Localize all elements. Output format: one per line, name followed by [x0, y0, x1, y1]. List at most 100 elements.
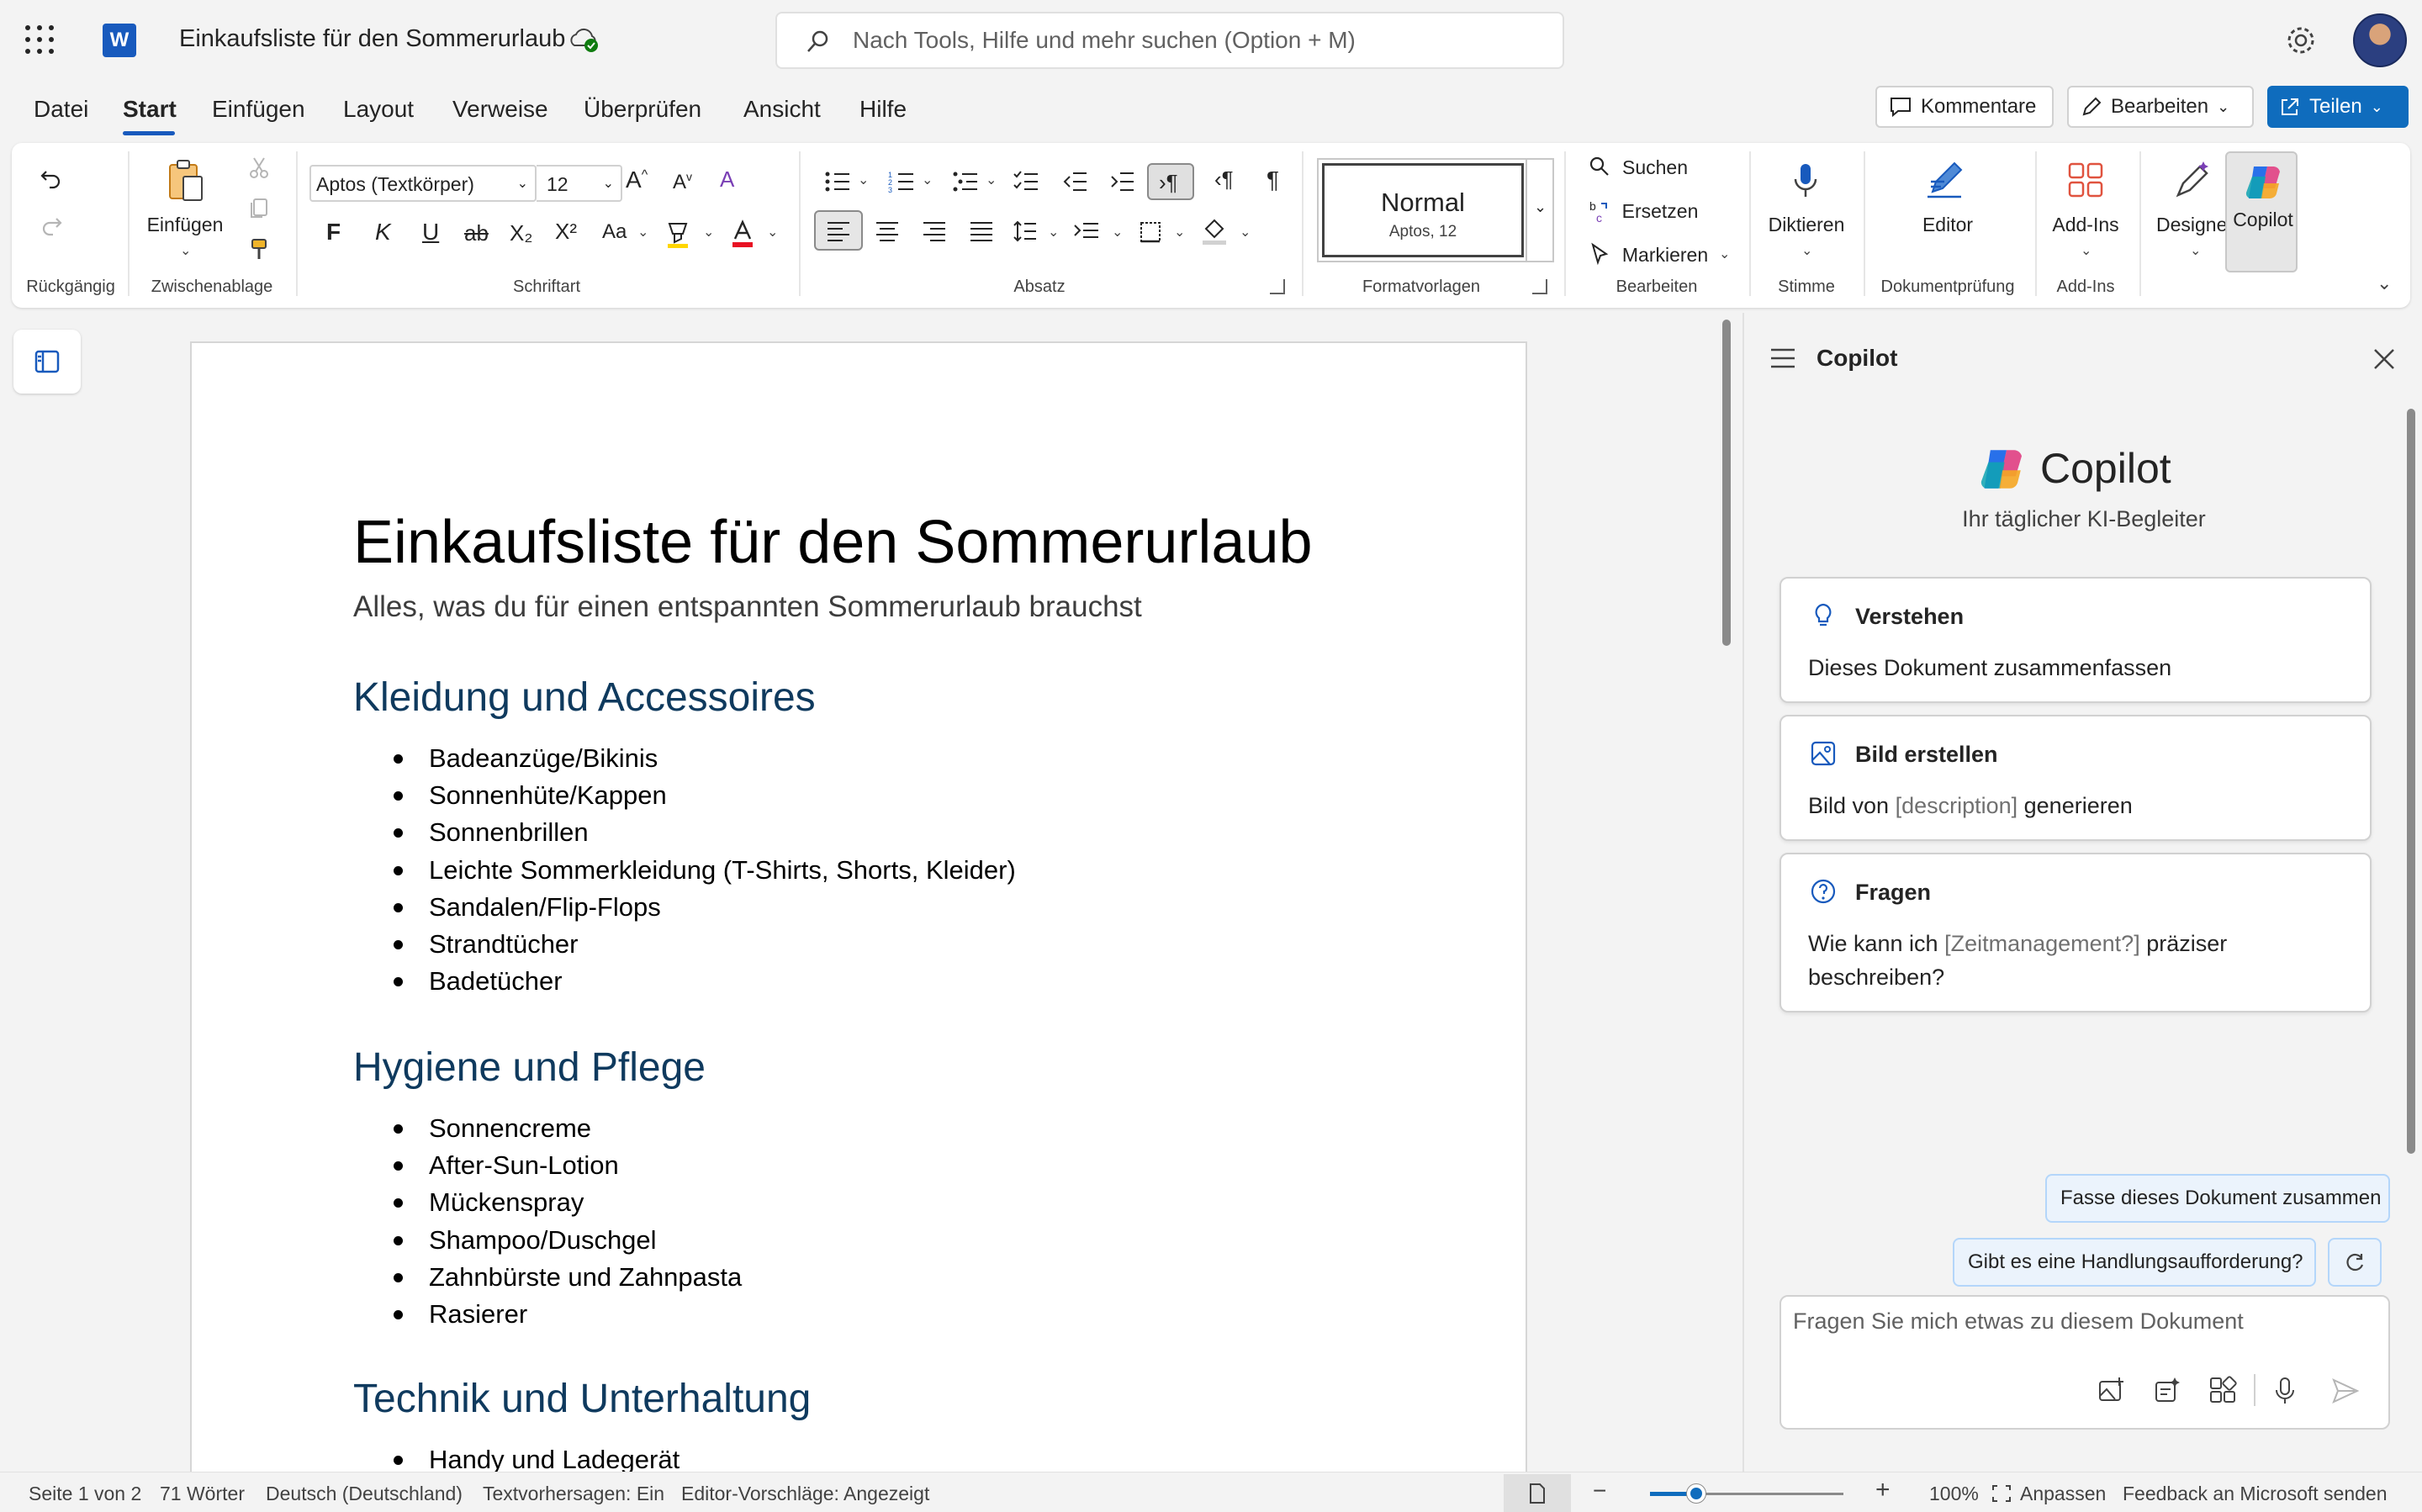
language-status[interactable]: Deutsch (Deutschland): [266, 1483, 463, 1505]
zoom-slider-thumb[interactable]: [1687, 1484, 1705, 1503]
copilot-scrollbar[interactable]: [2407, 409, 2415, 1154]
section-heading[interactable]: Hygiene und Pflege: [353, 1044, 706, 1091]
chevron-down-icon[interactable]: ⌄: [767, 224, 778, 241]
editor-button[interactable]: Editor: [1922, 214, 1973, 236]
paste-clipboard-icon[interactable]: [167, 158, 207, 204]
tab-layout[interactable]: Layout: [343, 96, 414, 123]
chevron-down-icon[interactable]: ⌄: [858, 172, 869, 188]
copilot-prompt-input[interactable]: [1793, 1308, 2373, 1359]
tab-hilfe[interactable]: Hilfe: [859, 96, 907, 123]
replace-button[interactable]: Ersetzen: [1622, 200, 1699, 223]
fit-button[interactable]: Anpassen: [2020, 1483, 2106, 1505]
copilot-ribbon-button[interactable]: Copilot: [2225, 151, 2298, 272]
document-subtitle[interactable]: Alles, was du für einen entspannten Somm…: [353, 590, 1142, 624]
document-page[interactable]: Einkaufsliste für den Sommerurlaub Alles…: [190, 341, 1527, 1512]
fit-icon[interactable]: [1991, 1484, 2012, 1503]
styles-gallery[interactable]: Normal Aptos, 12 ⌄: [1317, 158, 1554, 262]
hamburger-menu-icon[interactable]: [1769, 346, 1796, 370]
copy-icon[interactable]: [247, 197, 271, 220]
tab-datei[interactable]: Datei: [34, 96, 88, 123]
chevron-down-icon[interactable]: ⌄: [180, 242, 191, 259]
justify-icon[interactable]: [969, 220, 994, 242]
chevron-down-icon[interactable]: ⌄: [637, 224, 648, 241]
cut-scissors-icon[interactable]: [247, 156, 271, 180]
list-item[interactable]: Sonnencreme: [394, 1113, 742, 1150]
image-prompt-icon[interactable]: [2097, 1376, 2126, 1404]
redo-icon[interactable]: [39, 214, 64, 239]
styles-dialog-launcher-icon[interactable]: [1532, 279, 1547, 294]
italic-button[interactable]: K: [375, 219, 391, 246]
list-item[interactable]: Sonnenhüte/Kappen: [394, 780, 1016, 817]
zoom-out-icon[interactable]: −: [1593, 1478, 1606, 1504]
ltr-paragraph-button[interactable]: ›¶: [1147, 163, 1194, 200]
document-scrollbar[interactable]: [1722, 320, 1731, 646]
select-button[interactable]: Markieren: [1622, 244, 1708, 267]
search-box[interactable]: [775, 12, 1564, 69]
tab-start[interactable]: Start: [123, 96, 177, 123]
chevron-down-icon[interactable]: ⌄: [2190, 242, 2201, 259]
tab-verweise[interactable]: Verweise: [452, 96, 548, 123]
borders-icon[interactable]: [1139, 220, 1162, 244]
cloud-saved-icon[interactable]: [568, 25, 600, 54]
page-count[interactable]: Seite 1 von 2: [29, 1483, 141, 1505]
list-item[interactable]: Strandtücher: [394, 929, 1016, 966]
chevron-down-icon[interactable]: ⌄: [1174, 224, 1185, 241]
list-item[interactable]: Badetücher: [394, 966, 1016, 1003]
strikethrough-button[interactable]: ab: [464, 220, 489, 246]
prompt-card-create-image[interactable]: Bild erstellen Bild von [description] ge…: [1779, 715, 2372, 841]
designer-button[interactable]: Designer: [2156, 214, 2234, 236]
clear-formatting-icon[interactable]: A: [720, 167, 734, 193]
word-logo-icon[interactable]: W: [103, 24, 136, 57]
prompt-card-understand[interactable]: Verstehen Dieses Dokument zusammenfassen: [1779, 577, 2372, 703]
list-item[interactable]: Badeanzüge/Bikinis: [394, 743, 1016, 780]
select-cursor-icon[interactable]: [1589, 242, 1611, 266]
chevron-down-icon[interactable]: ⌄: [1719, 246, 1730, 262]
list-item[interactable]: Rasierer: [394, 1299, 742, 1336]
font-color-icon[interactable]: [730, 219, 755, 249]
checklist-icon[interactable]: [1013, 170, 1039, 193]
shading-bucket-icon[interactable]: [1201, 217, 1228, 246]
subscript-button[interactable]: X₂: [510, 220, 532, 246]
editor-pen-icon[interactable]: [1924, 158, 1966, 202]
add-ins-grid-icon[interactable]: [2067, 161, 2104, 198]
zoom-in-icon[interactable]: +: [1875, 1476, 1891, 1504]
chevron-down-icon[interactable]: ⌄: [986, 172, 997, 188]
microphone-icon[interactable]: [1791, 161, 1820, 200]
paragraph-spacing-icon[interactable]: [1073, 220, 1100, 244]
ribbon-collapse-chevron-icon[interactable]: ⌄: [2377, 272, 2392, 294]
shrink-font-icon[interactable]: Av: [673, 170, 692, 194]
underline-button[interactable]: U: [422, 219, 439, 246]
tab-ueberpruefen[interactable]: Überprüfen: [584, 96, 701, 123]
font-size-select[interactable]: 12 ⌄: [537, 165, 622, 202]
list-item[interactable]: Zahnbürste und Zahnpasta: [394, 1262, 742, 1299]
decrease-indent-icon[interactable]: [1061, 170, 1088, 193]
microphone-icon[interactable]: [2272, 1376, 2298, 1406]
app-launcher-icon[interactable]: [25, 25, 54, 54]
align-center-icon[interactable]: [875, 220, 900, 242]
rtl-paragraph-icon[interactable]: ‹¶: [1214, 167, 1234, 193]
text-predictions-status[interactable]: Textvorhersagen: Ein: [483, 1483, 664, 1505]
navigation-pane-button[interactable]: [13, 330, 81, 394]
replace-icon[interactable]: bc: [1588, 198, 1611, 224]
chevron-down-icon[interactable]: ⌄: [703, 224, 714, 241]
list-item[interactable]: Sonnenbrillen: [394, 817, 1016, 854]
show-formatting-marks-icon[interactable]: ¶: [1267, 167, 1279, 193]
designer-icon[interactable]: [2173, 158, 2213, 200]
suggestion-chip[interactable]: Gibt es eine Handlungsaufforderung?: [1953, 1238, 2316, 1287]
close-icon[interactable]: [2372, 346, 2397, 372]
tab-ansicht[interactable]: Ansicht: [743, 96, 821, 123]
sparkle-prompts-icon[interactable]: [2153, 1376, 2181, 1404]
view-mode-button[interactable]: [1504, 1474, 1571, 1512]
increase-indent-icon[interactable]: [1108, 170, 1135, 193]
list-item[interactable]: Leichte Sommerkleidung (T-Shirts, Shorts…: [394, 855, 1016, 892]
copilot-input-box[interactable]: [1779, 1295, 2390, 1430]
chevron-down-icon[interactable]: ⌄: [1801, 242, 1812, 259]
list-item[interactable]: After-Sun-Lotion: [394, 1150, 742, 1187]
section-heading[interactable]: Technik und Unterhaltung: [353, 1376, 811, 1422]
line-spacing-icon[interactable]: [1013, 219, 1038, 244]
list-item[interactable]: Mückenspray: [394, 1187, 742, 1224]
paste-label[interactable]: Einfügen: [147, 214, 224, 236]
list-item[interactable]: Shampoo/Duschgel: [394, 1225, 742, 1262]
find-search-icon[interactable]: [1588, 155, 1611, 178]
feedback-link[interactable]: Feedback an Microsoft senden: [2123, 1483, 2388, 1505]
